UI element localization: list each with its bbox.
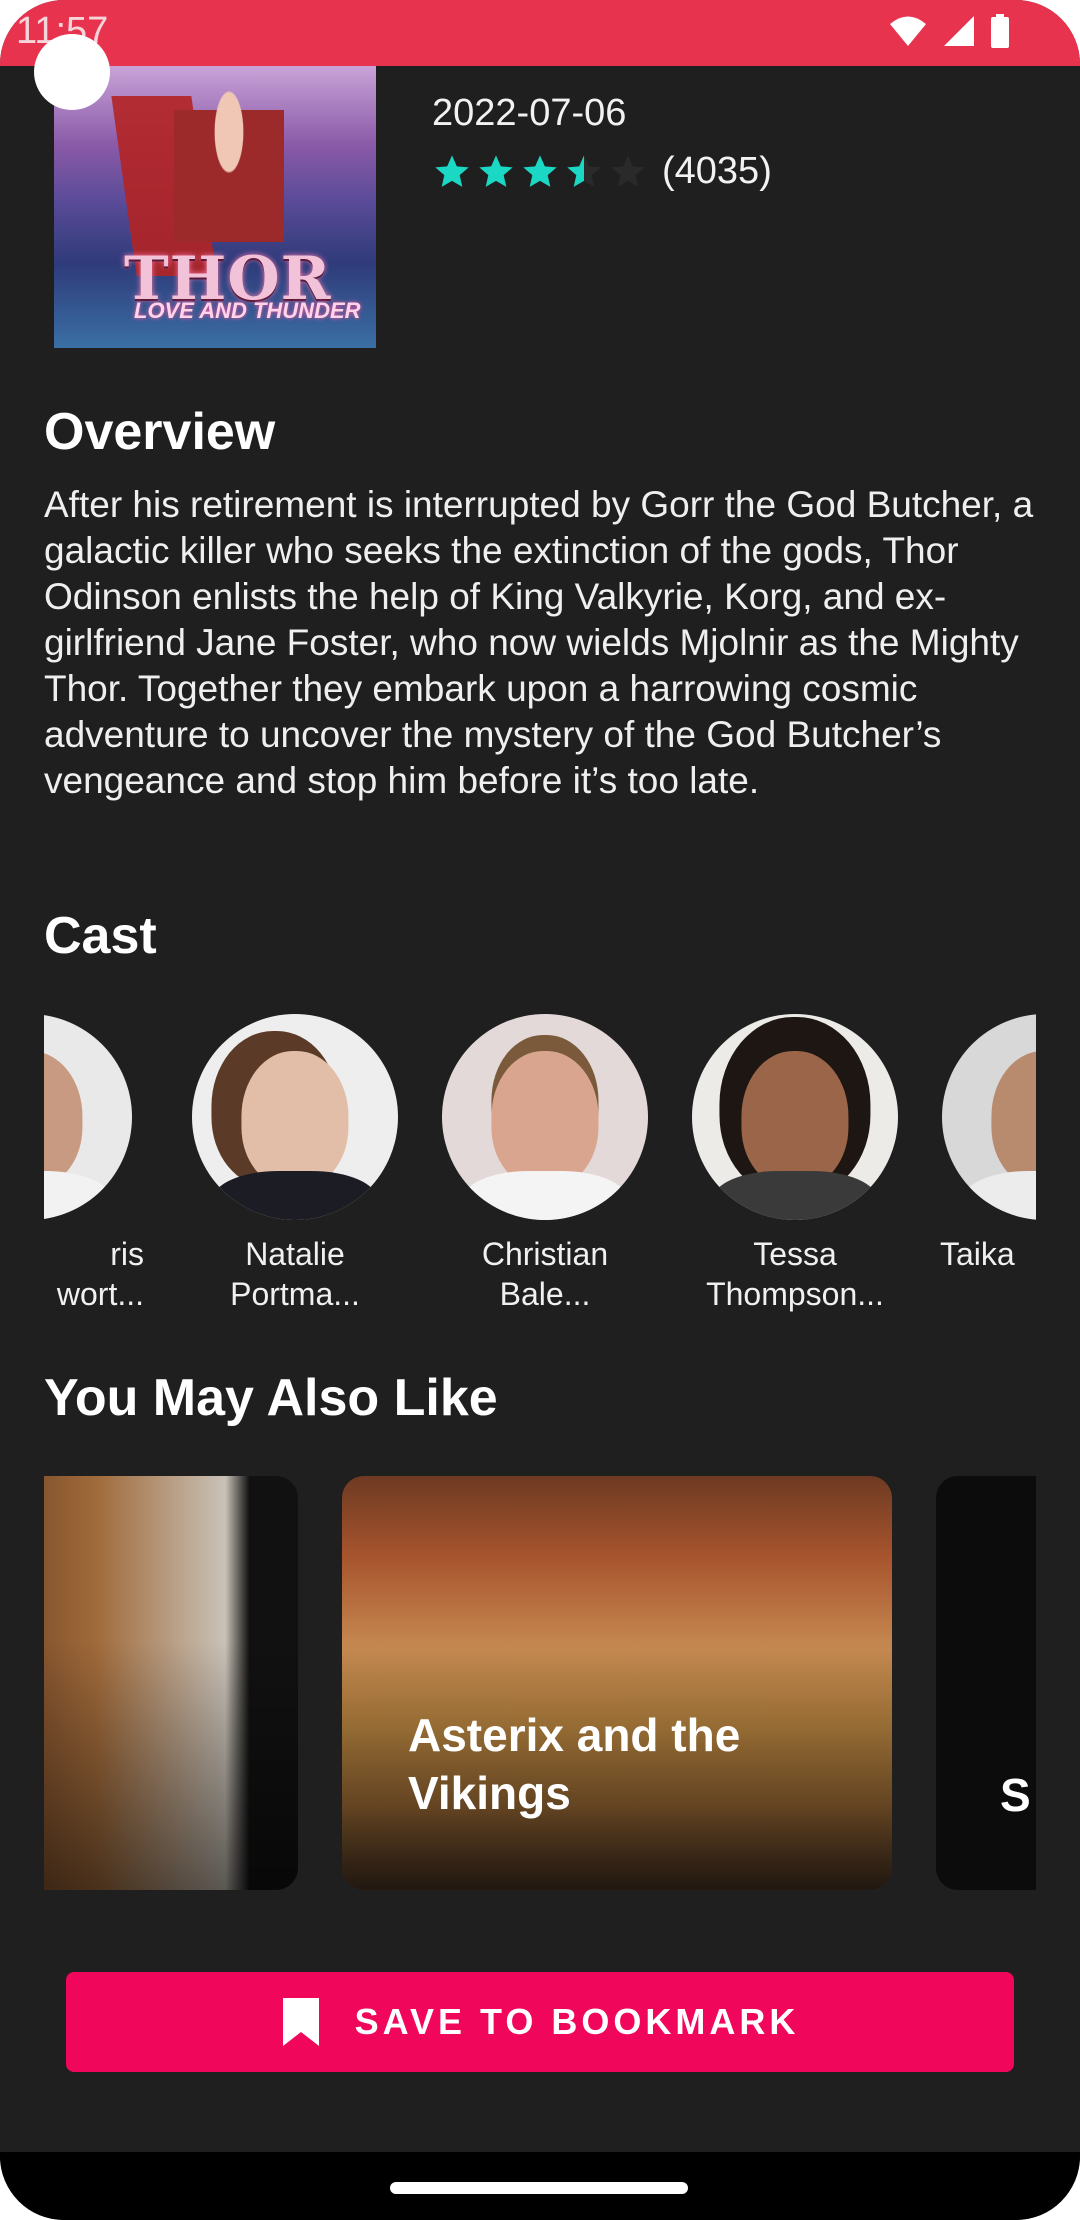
movie-card[interactable] [44,1476,298,1890]
cast-photo [44,1014,132,1220]
rating-count: (4035) [662,150,772,192]
overview-text: After his retirement is interrupted by G… [44,484,1034,801]
cast-photo [942,1014,1036,1220]
star-full-icon [479,154,513,187]
cast-name: Tessa Thompson... [680,1234,910,1314]
status-icons [888,14,1010,48]
cast-name-line1: Christian [481,1236,609,1272]
cast-item[interactable]: ris wort... [44,1014,144,1314]
cast-name-line2: wort... [56,1276,144,1312]
cast-name-line1: Natalie [245,1236,345,1272]
poster-sublogo: LOVE AND THUNDER [134,298,361,323]
cast-item[interactable]: Christian Bale... [430,1014,660,1314]
movie-card[interactable]: Asterix and the Vikings [342,1476,892,1890]
cast-name-line2: Portma... [230,1276,360,1312]
app-screen: 11:57 THOR LOVE AND THUNDER 2022-07-06 (… [0,0,1080,2220]
overview-heading: Overview [44,403,276,461]
cast-name: Taika [930,1234,1036,1274]
release-date: 2022-07-06 [432,92,627,134]
status-bar: 11:57 [0,0,1080,66]
save-to-bookmark-button[interactable]: SAVE TO BOOKMARK [66,1972,1014,2072]
cast-name: Natalie Portma... [180,1234,410,1314]
cast-name-line1: Tessa [753,1236,837,1272]
cast-name-line1: ris [110,1236,144,1272]
signal-icon [944,16,974,46]
movie-card-title: S [1000,1769,1031,1821]
battery-icon [991,14,1009,48]
movie-card-title: Asterix and the Vikings [408,1709,741,1819]
wifi-icon [890,16,926,46]
movie-poster: THOR LOVE AND THUNDER [54,66,376,348]
cast-name: ris wort... [44,1234,144,1314]
movie-card[interactable]: S [936,1476,1036,1890]
cast-item[interactable]: Tessa Thompson... [680,1014,910,1314]
cast-item[interactable]: Taika [930,1014,1036,1274]
star-full-icon [435,154,469,187]
cast-photo [192,1014,398,1220]
rating-row: (4035) [432,150,772,193]
bookmark-icon [282,1998,319,2046]
star-full-icon [523,154,557,187]
star-empty-icon [611,154,645,187]
camera-cutout [34,34,110,110]
star-half-icon [567,154,601,187]
similar-movies-list[interactable]: Asterix and the Vikings S [44,1476,1036,1890]
similar-heading: You May Also Like [44,1369,498,1427]
cast-name-line1: Taika [940,1236,1015,1272]
cast-item[interactable]: Natalie Portma... [180,1014,410,1314]
cast-photo [692,1014,898,1220]
cast-name-line2: Thompson... [706,1276,884,1312]
cast-heading: Cast [44,907,157,965]
cast-name: Christian Bale... [430,1234,660,1314]
cast-list[interactable]: ris wort... Natalie Portma... Christian … [44,1014,1036,1314]
cast-name-line2: Bale... [499,1276,591,1312]
cast-photo [442,1014,648,1220]
save-to-bookmark-label: SAVE TO BOOKMARK [354,2001,800,2042]
home-gesture-handle[interactable] [390,2182,688,2194]
